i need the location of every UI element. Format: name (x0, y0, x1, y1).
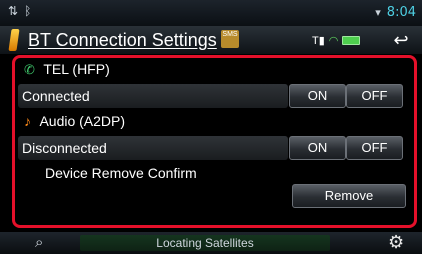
phone-icon: ✆ (24, 62, 35, 77)
tel-label-row: ✆ TEL (HFP) (18, 61, 414, 79)
tel-off-button[interactable]: OFF (346, 84, 403, 108)
status-icons: ⇅ ᛒ (8, 4, 31, 18)
back-arrow-icon: ↩ (393, 30, 409, 50)
audio-label: Audio (A2DP) (39, 113, 126, 129)
audio-on-button[interactable]: ON (289, 136, 346, 160)
wifi-icon: ▾ (375, 7, 381, 19)
bottom-bar: ⌕ Locating Satellites ⚙ (0, 232, 422, 254)
bluetooth-icon: ᛒ (24, 4, 32, 18)
tel-status: Connected (18, 84, 288, 108)
title-marker-icon (8, 29, 20, 51)
sms-icon[interactable]: SMS (221, 30, 239, 48)
title-bar: BT Connection Settings SMS T▮ ◠ ↩ (0, 26, 422, 54)
audio-label-row: ♪ Audio (A2DP) (18, 113, 414, 131)
settings-panel: ✆ TEL (HFP) Connected ON OFF ♪ Audio (A2… (12, 55, 417, 228)
device-remove-row: Device Remove Confirm (18, 165, 414, 183)
handset-icon: ◠ (328, 35, 339, 47)
device-remove-label: Device Remove Confirm (45, 165, 197, 181)
sync-icon: ⇅ (8, 4, 19, 18)
status-bar: ⇅ ᛒ ▾ 8:04 (0, 0, 422, 26)
settings-gear-icon[interactable]: ⚙ (388, 232, 404, 253)
status-right: ▾ 8:04 (375, 5, 416, 20)
audio-toggle: ON OFF (289, 136, 403, 160)
clock: 8:04 (386, 5, 416, 20)
music-note-icon: ♪ (24, 113, 31, 129)
tel-on-button[interactable]: ON (289, 84, 346, 108)
signal-icon: T▮ (312, 35, 325, 47)
remove-button[interactable]: Remove (292, 184, 406, 208)
tel-toggle: ON OFF (289, 84, 403, 108)
navigation-icon[interactable]: ⌕ (35, 234, 43, 251)
battery-icon (342, 36, 361, 45)
audio-status: Disconnected (18, 136, 288, 160)
back-button[interactable]: ↩ (388, 30, 414, 50)
navigation-status: Locating Satellites (80, 235, 330, 251)
audio-off-button[interactable]: OFF (346, 136, 403, 160)
tel-label: TEL (HFP) (43, 61, 110, 77)
page-title: BT Connection Settings (28, 30, 217, 50)
phone-status: T▮ ◠ (312, 34, 361, 47)
